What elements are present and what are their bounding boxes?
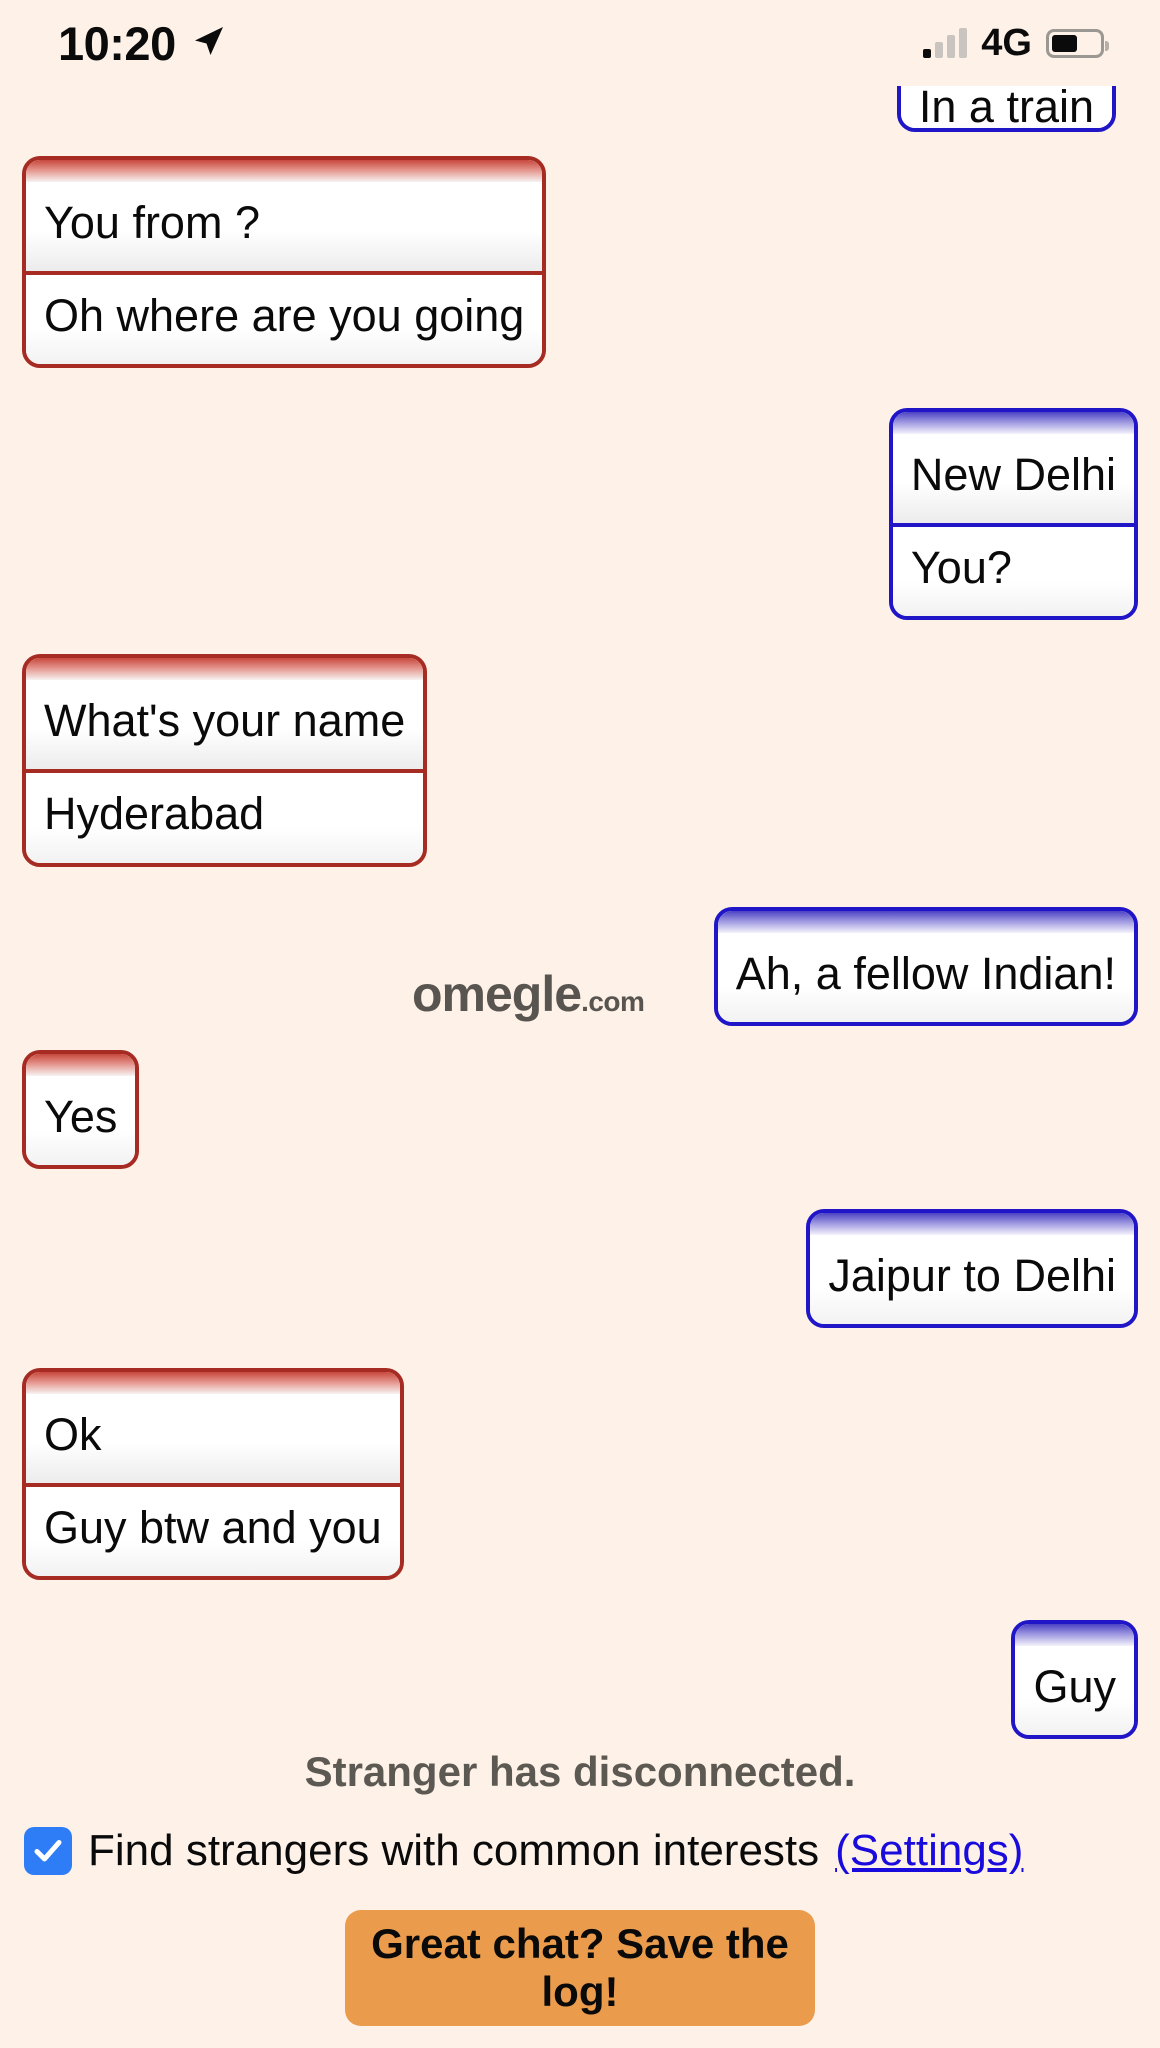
message-text: Ok: [26, 1393, 400, 1483]
interests-settings-link[interactable]: (Settings): [835, 1826, 1023, 1876]
bubble-cap: [26, 1053, 136, 1076]
save-log-button[interactable]: Great chat? Save the log!: [345, 1910, 815, 2026]
location-arrow-icon: [190, 23, 226, 64]
signal-bars-icon: [923, 28, 968, 58]
common-interests-checkbox[interactable]: [24, 1827, 72, 1875]
common-interests-label: Find strangers with common interests: [88, 1826, 820, 1875]
checkmark-icon: [34, 1840, 62, 1862]
message-group-you[interactable]: Ah, a fellow Indian!: [713, 906, 1138, 1026]
message-text: What's your name: [26, 680, 424, 770]
message-text: Ah, a fellow Indian!: [717, 932, 1134, 1022]
bubble-cap: [1015, 1624, 1134, 1647]
save-log-row: Great chat? Save the log!: [0, 1910, 1160, 2026]
bubble-cap: [810, 1212, 1134, 1235]
message-text: Yes: [26, 1075, 136, 1165]
message-group-stranger[interactable]: Yes: [22, 1049, 140, 1169]
message-row: Ok Guy btw and you: [22, 1367, 1138, 1581]
message-group-stranger[interactable]: You from ? Oh where are you going: [22, 156, 547, 369]
bubble-cap: [717, 910, 1134, 933]
bubble-cap: [892, 412, 1134, 435]
message-group-you[interactable]: Jaipur to Delhi: [806, 1208, 1138, 1328]
message-group-stranger[interactable]: Ok Guy btw and you: [22, 1367, 404, 1581]
status-bar-left: 10:20: [58, 16, 226, 71]
chat-transcript: In a train You from ? Oh where are you g…: [0, 86, 1160, 1740]
status-bar: 10:20 4G: [0, 0, 1160, 86]
message-row: Guy: [22, 1620, 1138, 1740]
message-text: You?: [892, 523, 1134, 617]
common-interests-row: Find strangers with common interests (Se…: [0, 1826, 1160, 1876]
message-group-you[interactable]: In a train: [896, 86, 1116, 132]
chat-footer: Stranger has disconnected. Find stranger…: [0, 1748, 1160, 2048]
message-text: In a train: [900, 86, 1112, 128]
message-row: Yes: [22, 1049, 1138, 1169]
status-bar-right: 4G: [923, 21, 1109, 65]
battery-icon: [1046, 28, 1109, 58]
message-text: New Delhi: [892, 434, 1134, 524]
network-type-label: 4G: [981, 21, 1032, 64]
message-row: Jaipur to Delhi: [22, 1208, 1138, 1328]
bubble-cap: [26, 160, 543, 182]
message-row: What's your name Hyderabad: [22, 654, 1138, 867]
bubble-cap: [26, 658, 424, 681]
message-text: Guy btw and you: [26, 1482, 400, 1577]
message-text: Jaipur to Delhi: [810, 1234, 1134, 1324]
message-text: You from ?: [26, 182, 543, 272]
watermark-name: omegle: [412, 966, 582, 1022]
message-group-you[interactable]: Guy: [1011, 1620, 1138, 1740]
message-group-stranger[interactable]: What's your name Hyderabad: [22, 654, 428, 867]
omegle-watermark: omegle .com: [412, 965, 645, 1023]
disconnect-notice: Stranger has disconnected.: [304, 1748, 856, 1795]
message-text: Hyderabad: [26, 769, 424, 863]
bubble-cap: [26, 1371, 400, 1394]
watermark-tld: .com: [581, 986, 645, 1017]
message-text: Oh where are you going: [26, 271, 543, 365]
message-group-you[interactable]: New Delhi You?: [888, 408, 1138, 621]
message-row: New Delhi You?: [22, 408, 1138, 621]
status-bar-clock: 10:20: [58, 16, 176, 70]
message-row: You from ? Oh where are you going: [22, 156, 1138, 369]
clipped-message-row: In a train: [22, 86, 1138, 132]
message-text: Guy: [1015, 1646, 1134, 1736]
